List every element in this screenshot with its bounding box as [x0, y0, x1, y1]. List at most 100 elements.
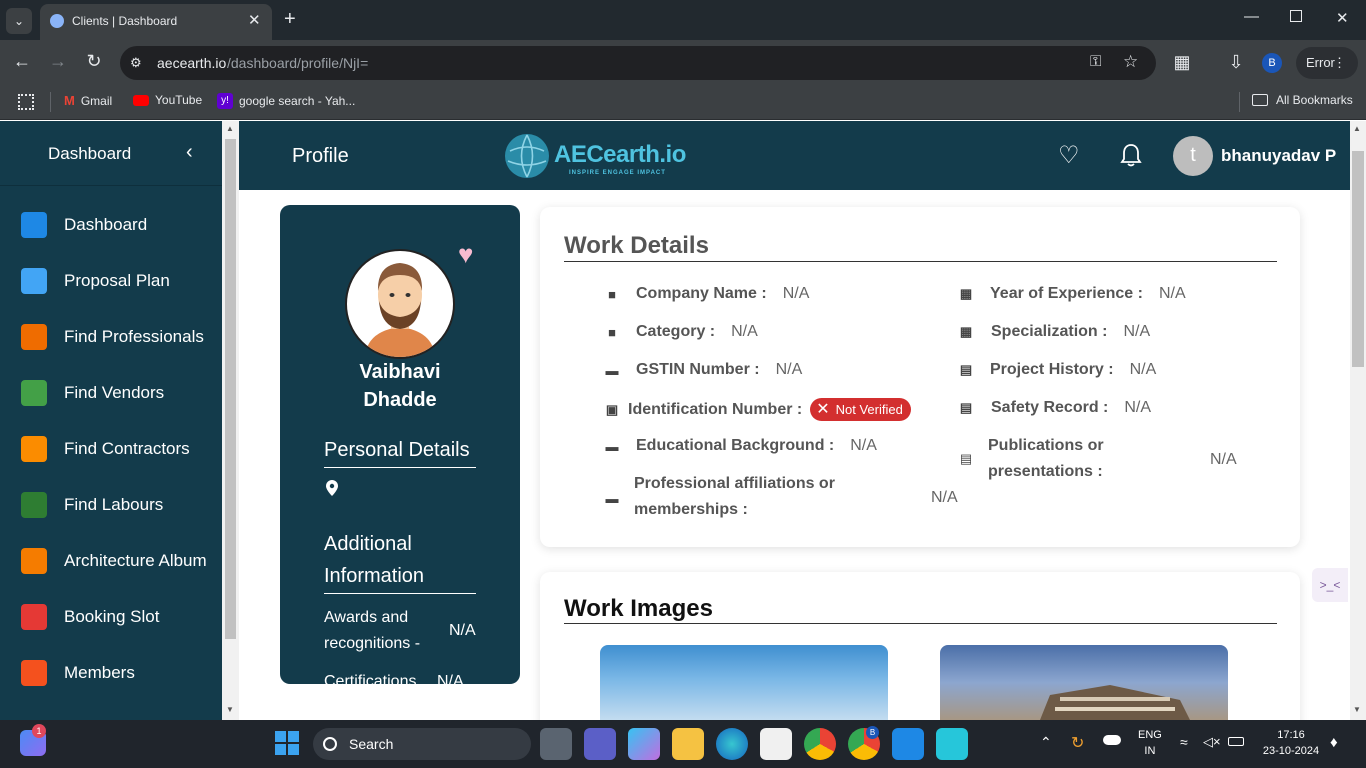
chat-widget-icon[interactable]: >_<: [1312, 568, 1348, 602]
menu-dots-icon: ⋮: [1333, 55, 1346, 70]
file-explorer-icon[interactable]: [672, 728, 704, 760]
sidebar-item-label: Find Labours: [64, 495, 164, 514]
back-icon[interactable]: ←: [10, 51, 34, 72]
sidebar-item-find-professionals[interactable]: Find Professionals: [0, 309, 222, 365]
sidebar-item-find-contractors[interactable]: Find Contractors: [0, 421, 222, 477]
worker-icon: [21, 492, 47, 518]
task-view-icon[interactable]: [540, 728, 572, 760]
profile-avatar[interactable]: B: [1262, 53, 1282, 73]
error-button[interactable]: Error ⋮: [1296, 47, 1358, 79]
project-history-value: N/A: [1129, 361, 1157, 378]
favorites-heart-icon[interactable]: ♡: [1058, 141, 1080, 170]
gstin-label: GSTIN Number :: [636, 361, 760, 378]
page-scrollbar[interactable]: ▲ ▼: [1350, 121, 1366, 720]
bookmark-gmail[interactable]: M Gmail: [64, 93, 112, 108]
sidebar-item-members[interactable]: Members: [0, 645, 222, 701]
address-bar[interactable]: ⚙ aecearth.io /dashboard/profile/NjI= ⚿ …: [120, 46, 1156, 80]
new-tab-button[interactable]: +: [284, 8, 296, 31]
work-image-2[interactable]: [940, 645, 1228, 720]
vscode-icon[interactable]: [892, 728, 924, 760]
scrollbar-thumb[interactable]: [225, 139, 236, 639]
sidebar-item-label: Find Vendors: [64, 383, 165, 402]
scroll-up-arrow[interactable]: ▲: [226, 124, 234, 133]
specialization-label: Specialization :: [991, 323, 1108, 340]
sync-icon[interactable]: ↻: [1071, 733, 1084, 753]
copilot-icon[interactable]: [628, 728, 660, 760]
notification-bell-icon[interactable]: ♦: [1330, 734, 1338, 751]
bookmark-youtube[interactable]: YouTube: [133, 93, 202, 107]
safety-record-value: N/A: [1124, 399, 1152, 416]
location-pin-icon: [326, 480, 338, 501]
all-bookmarks[interactable]: All Bookmarks: [1252, 93, 1353, 107]
bookmark-star-icon[interactable]: ☆: [1123, 52, 1138, 72]
widget-notification-badge: 1: [32, 724, 46, 738]
sidebar-item-architecture-album[interactable]: Architecture Album: [0, 533, 222, 589]
volume-muted-icon[interactable]: ◁×: [1203, 734, 1221, 750]
scroll-down-arrow[interactable]: ▼: [226, 705, 234, 714]
wifi-icon[interactable]: ≈: [1180, 734, 1188, 750]
site-info-icon[interactable]: ⚙: [130, 55, 146, 71]
project-history-label: Project History :: [990, 361, 1114, 378]
scrollbar-thumb[interactable]: [1352, 151, 1364, 367]
close-window-button[interactable]: ✕: [1336, 9, 1349, 27]
scroll-up-arrow[interactable]: ▲: [1353, 124, 1361, 133]
sidebar-item-label: Members: [64, 663, 135, 682]
bookmark-label: google search - Yah...: [239, 94, 356, 108]
show-hidden-icons[interactable]: ⌃: [1040, 734, 1052, 751]
logo-text: AECearth.io: [554, 141, 686, 168]
forward-icon[interactable]: →: [46, 51, 70, 72]
members-icon: [21, 660, 47, 686]
user-avatar[interactable]: t: [1173, 136, 1213, 176]
collapse-sidebar-icon[interactable]: ‹: [186, 141, 193, 164]
professional-icon: [21, 324, 47, 350]
profile-card: ♥ Vaibhavi Dhadde Personal Details Addit…: [280, 205, 520, 684]
scroll-down-arrow[interactable]: ▼: [1353, 705, 1361, 714]
language-indicator[interactable]: ENG IN: [1138, 729, 1162, 757]
tab-search-button[interactable]: ⌄: [6, 8, 32, 34]
education-value: N/A: [850, 437, 877, 454]
taskbar-search-box[interactable]: Search: [313, 728, 531, 760]
experience-label: Year of Experience :: [990, 285, 1143, 302]
download-icon[interactable]: ⇩: [1224, 52, 1248, 73]
sidebar-scrollbar[interactable]: ▲ ▼: [222, 121, 239, 720]
factory-icon: ■: [608, 324, 616, 340]
store-icon[interactable]: [760, 728, 792, 760]
clock[interactable]: 17:16 23-10-2024: [1258, 729, 1324, 757]
bookmark-label: Gmail: [80, 93, 113, 108]
sidebar-item-dashboard[interactable]: Dashboard: [0, 197, 222, 253]
publications-label-line1: Publications or: [988, 437, 1104, 454]
sidebar-title: Dashboard: [48, 144, 132, 163]
publications-value: N/A: [1210, 451, 1237, 468]
close-tab-icon[interactable]: ✕: [248, 11, 261, 29]
chrome-icon[interactable]: [804, 728, 836, 760]
site-logo[interactable]: AECearth.io INSPIRE ENGAGE IMPACT: [504, 133, 694, 181]
password-key-icon[interactable]: ⚿: [1090, 53, 1101, 70]
sidebar-item-find-labours[interactable]: Find Labours: [0, 477, 222, 533]
sidebar: Dashboard ‹ Dashboard Proposal Plan Find P…: [0, 121, 222, 720]
restore-button[interactable]: [1290, 10, 1302, 22]
notepad-icon[interactable]: [936, 728, 968, 760]
reload-icon[interactable]: ↻: [82, 51, 106, 72]
apps-grid-icon[interactable]: [18, 94, 34, 110]
extensions-icon[interactable]: ▦: [1170, 52, 1194, 73]
meet-app-icon[interactable]: [584, 728, 616, 760]
battery-icon[interactable]: [1228, 737, 1244, 746]
bookmark-yahoo[interactable]: y! google search - Yah...: [217, 93, 355, 109]
additional-info-heading-line2: Information: [324, 565, 425, 587]
specialization-value: N/A: [1123, 323, 1151, 340]
user-name[interactable]: bhanuyadav P: [1221, 146, 1336, 166]
minimize-button[interactable]: —: [1244, 8, 1259, 25]
favorite-heart-icon[interactable]: ♥: [458, 239, 473, 270]
sidebar-item-booking-slot[interactable]: Booking Slot: [0, 589, 222, 645]
work-image-1[interactable]: [600, 645, 888, 720]
browser-tab[interactable]: Clients | Dashboard ✕: [40, 4, 272, 40]
url-path: /dashboard/profile/NjI=: [227, 55, 369, 71]
edge-browser-icon[interactable]: [716, 728, 748, 760]
sidebar-item-find-vendors[interactable]: Find Vendors: [0, 365, 222, 421]
sidebar-item-proposal-plan[interactable]: Proposal Plan: [0, 253, 222, 309]
start-windows-icon[interactable]: [275, 731, 299, 755]
specialization-row: ▦ Specialization : N/A: [958, 323, 1150, 341]
notification-bell-icon[interactable]: [1120, 143, 1142, 172]
project-history-row: ▤ Project History : N/A: [958, 361, 1156, 379]
onedrive-cloud-icon[interactable]: [1103, 735, 1121, 745]
